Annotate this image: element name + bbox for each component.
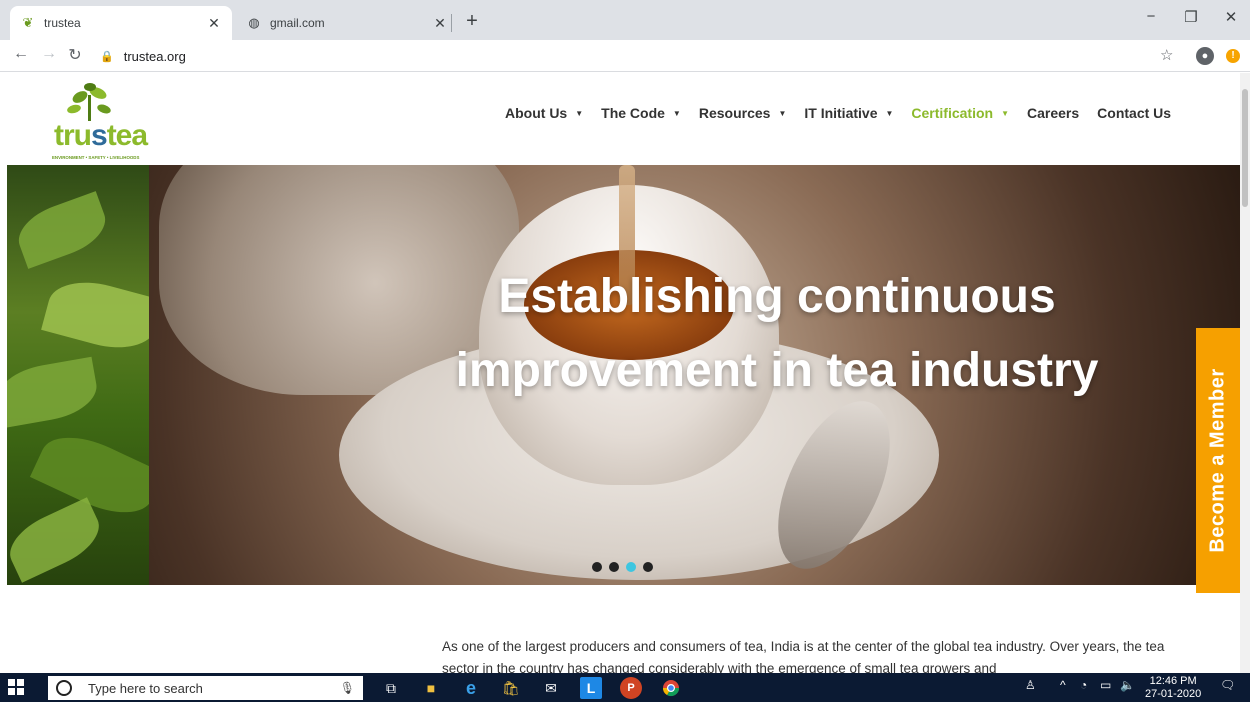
intro-paragraph: As one of the largest producers and cons…: [442, 639, 1165, 673]
nav-label: The Code: [601, 105, 665, 121]
leaf-shape: [41, 271, 163, 359]
nav-label: Contact Us: [1097, 105, 1172, 121]
search-placeholder: Type here to search: [88, 680, 203, 696]
volume-muted-icon[interactable]: 🔈: [1120, 678, 1135, 692]
tab-title: trustea: [44, 16, 81, 30]
lock-icon: 🔒: [100, 50, 114, 63]
nav-resources[interactable]: Resources ▼: [699, 105, 787, 121]
address-bar[interactable]: 🔒 trustea.org: [100, 43, 1155, 69]
chevron-down-icon: ▼: [575, 108, 584, 118]
chrome-logo-icon: [662, 680, 680, 697]
store-icon[interactable]: 🛍: [500, 677, 522, 699]
slider-dot-3[interactable]: [626, 562, 636, 572]
chevron-down-icon: ▼: [885, 108, 894, 118]
site-logo[interactable]: trustea ENVIRONMENT • SAFETY • LIVELIHOO…: [50, 79, 150, 160]
windows-taskbar: Type here to search 🎙 ⧉ ■ e 🛍 ✉ L P ♙ ^ …: [0, 673, 1250, 702]
bookmark-star-icon[interactable]: ☆: [1160, 46, 1173, 64]
leaf-shape: [11, 191, 113, 269]
tea-leaves-image: [7, 165, 165, 585]
slider-dot-2[interactable]: [609, 562, 619, 572]
nav-careers[interactable]: Careers: [1027, 105, 1079, 121]
battery-icon[interactable]: ▭: [1100, 678, 1111, 692]
tea-plant-icon: [67, 83, 111, 121]
nav-certification[interactable]: Certification ▼: [911, 105, 1009, 121]
chevron-down-icon: ▼: [1001, 108, 1010, 118]
nav-label: Resources: [698, 105, 771, 121]
tab-separator: [451, 14, 452, 32]
leaf-shape: [7, 497, 109, 583]
cortana-icon: [56, 680, 72, 696]
file-explorer-icon[interactable]: ■: [420, 677, 442, 699]
taskbar-search[interactable]: Type here to search 🎙: [48, 676, 363, 700]
slider-dots: [592, 562, 653, 572]
become-member-button[interactable]: Become a Member: [1196, 328, 1240, 593]
task-view-icon[interactable]: ⧉: [380, 677, 402, 699]
notification-icon[interactable]: 🗨: [1220, 678, 1235, 692]
close-icon[interactable]: ✕: [432, 15, 448, 32]
tab-gmail[interactable]: ◍ gmail.com ✕: [236, 6, 458, 40]
clock-time: 12:46 PM: [1149, 675, 1197, 687]
people-icon[interactable]: ♙: [1025, 678, 1036, 692]
chevron-up-icon[interactable]: ^: [1060, 678, 1066, 692]
tea-leaf-icon: ❦: [22, 15, 34, 30]
browser-toolbar: ← → ↻ 🔒 trustea.org ☆ ● !: [0, 40, 1250, 72]
mail-icon[interactable]: ✉: [540, 677, 562, 699]
clock[interactable]: 12:46 PM 27-01-2020: [1145, 675, 1201, 701]
hero-slider: Establishing continuous improvement in t…: [7, 165, 1240, 585]
forward-icon[interactable]: →: [38, 45, 60, 63]
close-window-button[interactable]: ✕: [1216, 8, 1246, 26]
member-cta-label: Become a Member: [1206, 368, 1229, 553]
chevron-down-icon: ▼: [778, 108, 787, 118]
windows-logo-icon: [8, 679, 24, 695]
edge-icon[interactable]: e: [460, 677, 482, 699]
nav-label: IT Initiative: [804, 105, 878, 121]
powerpoint-icon[interactable]: P: [620, 677, 642, 699]
leaf-shape: [29, 422, 165, 528]
wifi-icon[interactable]: ◔: [1080, 678, 1087, 692]
update-icon[interactable]: !: [1226, 49, 1240, 63]
nav-it-initiative[interactable]: IT Initiative ▼: [804, 105, 893, 121]
clock-date: 27-01-2020: [1145, 688, 1202, 700]
account-icon[interactable]: ●: [1196, 47, 1214, 65]
headline-line-2: improvement in tea industry: [455, 344, 1099, 397]
nav-about-us[interactable]: About Us ▼: [505, 105, 583, 121]
web-page: trustea ENVIRONMENT • SAFETY • LIVELIHOO…: [0, 73, 1240, 673]
lync-icon[interactable]: L: [580, 677, 602, 699]
page-scrollbar[interactable]: [1240, 73, 1250, 673]
scrollbar-thumb[interactable]: [1242, 89, 1248, 207]
windows-start-icon[interactable]: [8, 679, 32, 697]
url-text: trustea.org: [123, 48, 186, 64]
slider-dot-1[interactable]: [592, 562, 602, 572]
restore-button[interactable]: ❐: [1176, 8, 1206, 26]
minimize-button[interactable]: −: [1136, 8, 1166, 25]
nav-the-code[interactable]: The Code ▼: [601, 105, 681, 121]
leaf-shape: [7, 356, 102, 429]
tab-strip: ❦ trustea ✕ ◍ gmail.com ✕ + − ❐ ✕: [0, 0, 1250, 40]
back-icon[interactable]: ←: [10, 45, 32, 63]
microphone-icon[interactable]: 🎙: [340, 681, 355, 695]
nav-label: About Us: [505, 105, 568, 121]
tab-trustea[interactable]: ❦ trustea ✕: [10, 6, 232, 40]
globe-icon: ◍: [248, 15, 260, 30]
nav-label: Careers: [1027, 105, 1080, 121]
nav-label: Certification: [911, 105, 994, 121]
slider-dot-4[interactable]: [643, 562, 653, 572]
chevron-down-icon: ▼: [672, 108, 681, 118]
reload-icon[interactable]: ↻: [64, 45, 86, 65]
logo-tagline: ENVIRONMENT • SAFETY • LIVELIHOODS: [52, 155, 140, 160]
new-tab-button[interactable]: +: [460, 10, 484, 33]
headline-line-1: Establishing continuous: [498, 270, 1056, 323]
main-nav: About Us ▼ The Code ▼ Resources ▼ IT Initia…: [505, 105, 1189, 121]
logo-wordmark: trustea: [54, 119, 148, 152]
nav-contact-us[interactable]: Contact Us: [1097, 105, 1171, 121]
chrome-icon[interactable]: [660, 677, 682, 699]
close-icon[interactable]: ✕: [206, 15, 222, 32]
tab-title: gmail.com: [270, 16, 325, 30]
hero-headline: Establishing continuous improvement in t…: [427, 260, 1127, 408]
